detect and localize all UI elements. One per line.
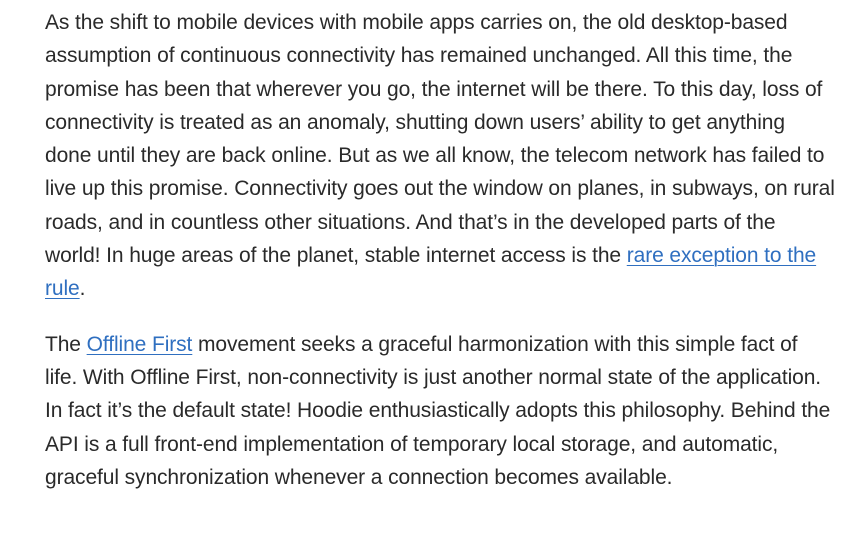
paragraph-offline-first-text: movement seeks a graceful harmonization …: [45, 332, 831, 489]
paragraph-offline-first: The Offline First movement seeks a grace…: [45, 328, 835, 494]
paragraph-connectivity-end: .: [79, 277, 86, 301]
paragraph-connectivity-text: As the shift to mobile devices with mobi…: [45, 11, 835, 268]
offline-first-link[interactable]: Offline First: [87, 333, 193, 356]
paragraph-offline-first-start: The: [45, 332, 87, 356]
paragraph-connectivity: As the shift to mobile devices with mobi…: [45, 6, 835, 306]
article-body: As the shift to mobile devices with mobi…: [45, 6, 835, 494]
